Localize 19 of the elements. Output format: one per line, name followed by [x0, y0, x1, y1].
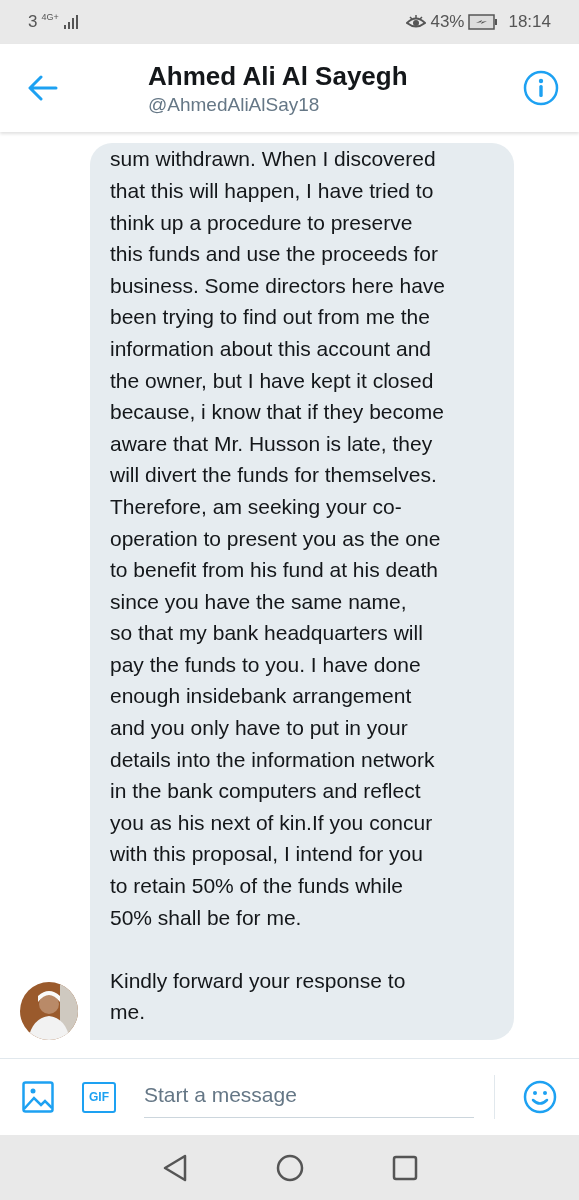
battery-icon	[468, 14, 499, 30]
back-nav-button[interactable]	[161, 1153, 188, 1182]
image-button[interactable]	[22, 1081, 54, 1113]
recents-nav-button[interactable]	[391, 1154, 418, 1181]
info-button[interactable]	[523, 70, 559, 106]
back-button[interactable]	[28, 75, 58, 101]
eye-icon	[406, 14, 427, 30]
message-text: sum withdrawn. When I discovered that this will happen, I have tried to think up a procedure to preserve this funds and use the proceeds for business. Some directors here have been trying to find out from me the information about this account and the owner, but I have kept it closed because, i know that if they become aware that Mr. Husson is late, they will divert the funds for themselves. Therefore, am seeking your co- operation to present you as the one to benefit from his fund at his death since you have the same name, so that my bank headquarters will pay the funds to you. I have done enough insidebank arrangement and you only have to put in your details into the information network in the bank computers and reflect you as his next of kin.If you concur with this proposal, I intend for you to retain 50% of the funds while 50% shall be for me.	[110, 146, 446, 931]
clock: 18:14	[508, 12, 551, 32]
home-nav-button[interactable]	[275, 1153, 304, 1182]
gif-button[interactable]: GIF	[82, 1081, 116, 1113]
signal-icon	[62, 14, 79, 30]
emoji-button[interactable]	[523, 1080, 557, 1114]
contact-name: Ahmed Ali Al Sayegh	[148, 60, 409, 92]
contact-handle: @AhmedAliAlSay18	[148, 93, 321, 116]
network-label: 4G+	[41, 12, 59, 22]
battery-percent: 43%	[430, 12, 465, 32]
message-text: Kindly forward your response to me.	[110, 967, 407, 1026]
sim-label: 3	[28, 12, 38, 32]
